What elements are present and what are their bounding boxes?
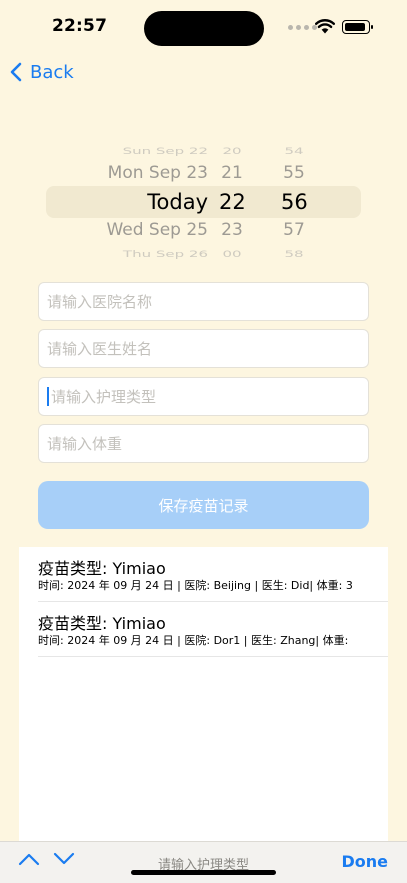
records-list[interactable]: 疫苗类型: Yimiao 时间: 2024 年 09 月 24 日 | 医院: … (19, 547, 388, 841)
status-time: 22:57 (52, 16, 108, 36)
save-record-button[interactable]: 保存疫苗记录 (38, 481, 369, 529)
picker-minute: 55 (283, 163, 305, 183)
weight-input[interactable]: 请输入体重 (38, 424, 369, 463)
date-time-picker[interactable]: Sun Sep 22 20 54 Mon Sep 23 21 55 Today … (46, 140, 361, 262)
picker-day: Sun Sep 22 (122, 145, 208, 157)
home-indicator (131, 870, 276, 875)
picker-row[interactable]: Thu Sep 26 00 58 (46, 246, 361, 262)
picker-minute: 54 (284, 145, 304, 157)
hospital-placeholder: 请输入医院名称 (47, 293, 153, 311)
dynamic-island (144, 11, 264, 46)
picker-day: Today (147, 190, 208, 214)
record-detail: 时间: 2024 年 09 月 24 日 | 医院: Beijing | 医生:… (38, 579, 353, 592)
record-title: 疫苗类型: Yimiao (38, 559, 166, 578)
weight-placeholder: 请输入体重 (47, 435, 123, 453)
picker-hour: 21 (221, 163, 243, 183)
picker-day: Thu Sep 26 (122, 248, 208, 260)
list-item[interactable]: 疫苗类型: Yimiao 时间: 2024 年 09 月 24 日 | 医院: … (38, 547, 388, 602)
hospital-input[interactable]: 请输入医院名称 (38, 282, 369, 321)
picker-hour: 22 (219, 190, 246, 214)
care-type-input[interactable]: 请输入护理类型 (38, 377, 369, 416)
wifi-icon (315, 19, 335, 34)
picker-minute: 56 (281, 190, 308, 214)
picker-minute: 58 (284, 248, 304, 260)
picker-row[interactable]: Mon Sep 23 21 55 (46, 159, 361, 187)
record-detail: 时间: 2024 年 09 月 24 日 | 医院: Dor1 | 医生: Zh… (38, 634, 349, 647)
list-item[interactable]: 疫苗类型: Yimiao 时间: 2024 年 09 月 24 日 | 医院: … (38, 602, 388, 657)
chevron-left-icon (10, 62, 22, 82)
picker-row[interactable]: Wed Sep 25 23 57 (46, 216, 361, 244)
picker-hour: 20 (222, 145, 242, 157)
status-bar: 22:57 (0, 0, 407, 56)
picker-hour: 00 (222, 248, 242, 260)
doctor-input[interactable]: 请输入医生姓名 (38, 329, 369, 368)
picker-day: Wed Sep 25 (106, 220, 208, 240)
keyboard-toolbar: 请输入护理类型 Done (0, 841, 407, 883)
done-button[interactable]: Done (341, 852, 388, 871)
picker-minute: 57 (283, 220, 305, 240)
picker-row-selected[interactable]: Today 22 56 (46, 188, 361, 216)
picker-day: Mon Sep 23 (107, 163, 208, 183)
care-type-placeholder: 请输入护理类型 (51, 388, 157, 406)
picker-row[interactable]: Sun Sep 22 20 54 (46, 143, 361, 160)
doctor-placeholder: 请输入医生姓名 (47, 340, 153, 358)
record-title: 疫苗类型: Yimiao (38, 614, 166, 633)
signal-dots-icon (288, 25, 317, 30)
battery-icon (342, 20, 373, 34)
picker-hour: 23 (221, 220, 243, 240)
back-label: Back (30, 61, 74, 83)
back-button[interactable]: Back (10, 58, 74, 86)
text-caret (47, 387, 49, 406)
